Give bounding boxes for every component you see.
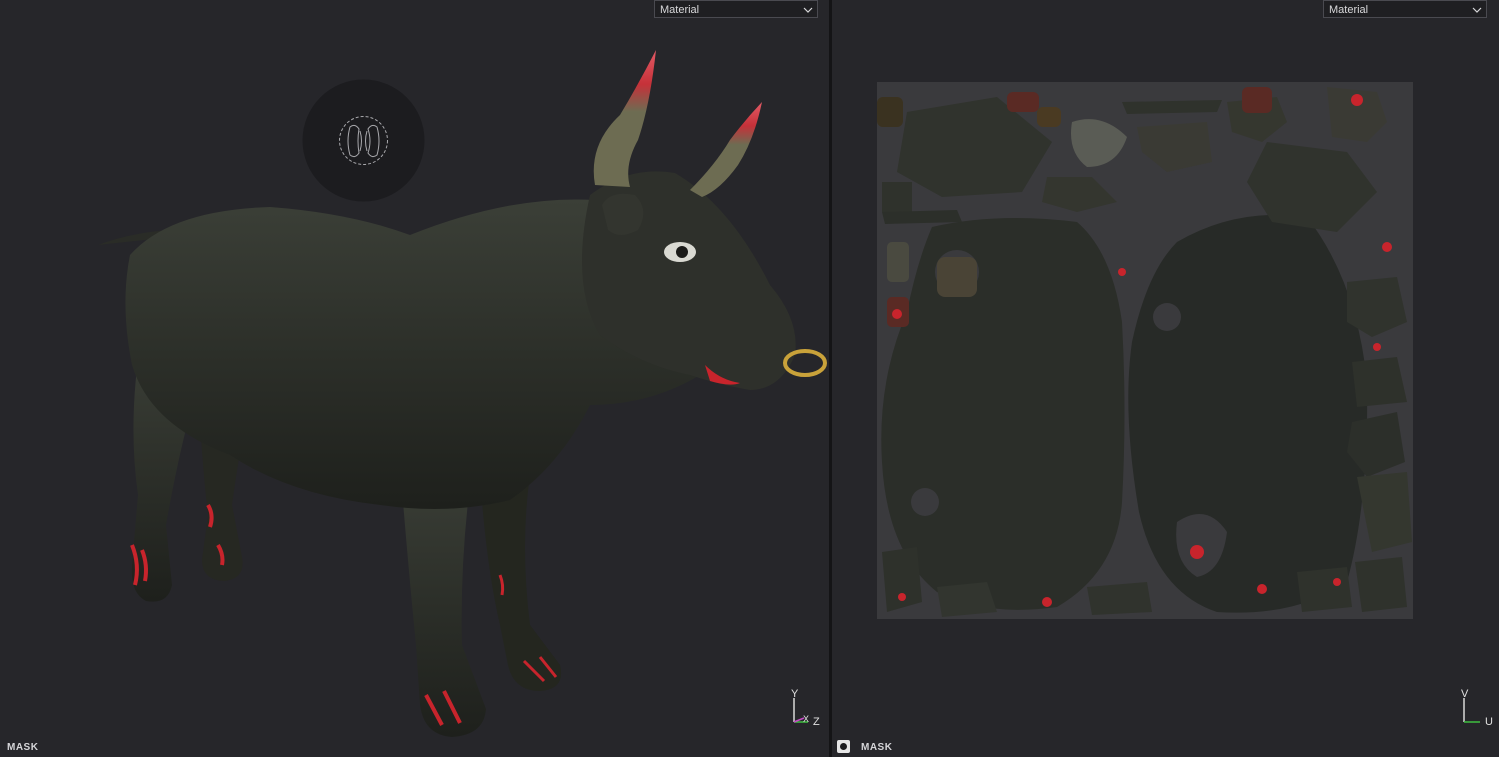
- viewport-uv[interactable]: Material V U MASK: [832, 0, 1499, 757]
- material-mode-select-3d-value: Material: [660, 4, 700, 16]
- axis-gizmo-icon: V U: [1456, 688, 1496, 728]
- axis-gizmo-icon: Y X Z: [786, 688, 826, 728]
- mask-label-3d: MASK: [7, 742, 39, 753]
- chevron-down-icon: [1472, 1, 1482, 19]
- mask-label-uv: MASK: [861, 742, 893, 753]
- axis-u-label: U: [1485, 716, 1493, 728]
- viewport-3d[interactable]: Material Y X Z MASK: [0, 0, 829, 757]
- mask-toggle-icon[interactable]: [837, 740, 850, 753]
- material-mode-select-uv[interactable]: Material: [1323, 0, 1487, 18]
- chevron-down-icon: [803, 1, 813, 19]
- axis-x-label: X: [803, 714, 810, 724]
- axis-y-label: Y: [791, 688, 799, 700]
- uv-texture-layout[interactable]: [877, 82, 1413, 619]
- bull-3d-model[interactable]: [90, 45, 830, 745]
- axis-v-label: V: [1461, 688, 1469, 700]
- material-mode-select-uv-value: Material: [1329, 4, 1369, 16]
- material-mode-select-3d[interactable]: Material: [654, 0, 818, 18]
- axis-z-label: Z: [813, 716, 820, 728]
